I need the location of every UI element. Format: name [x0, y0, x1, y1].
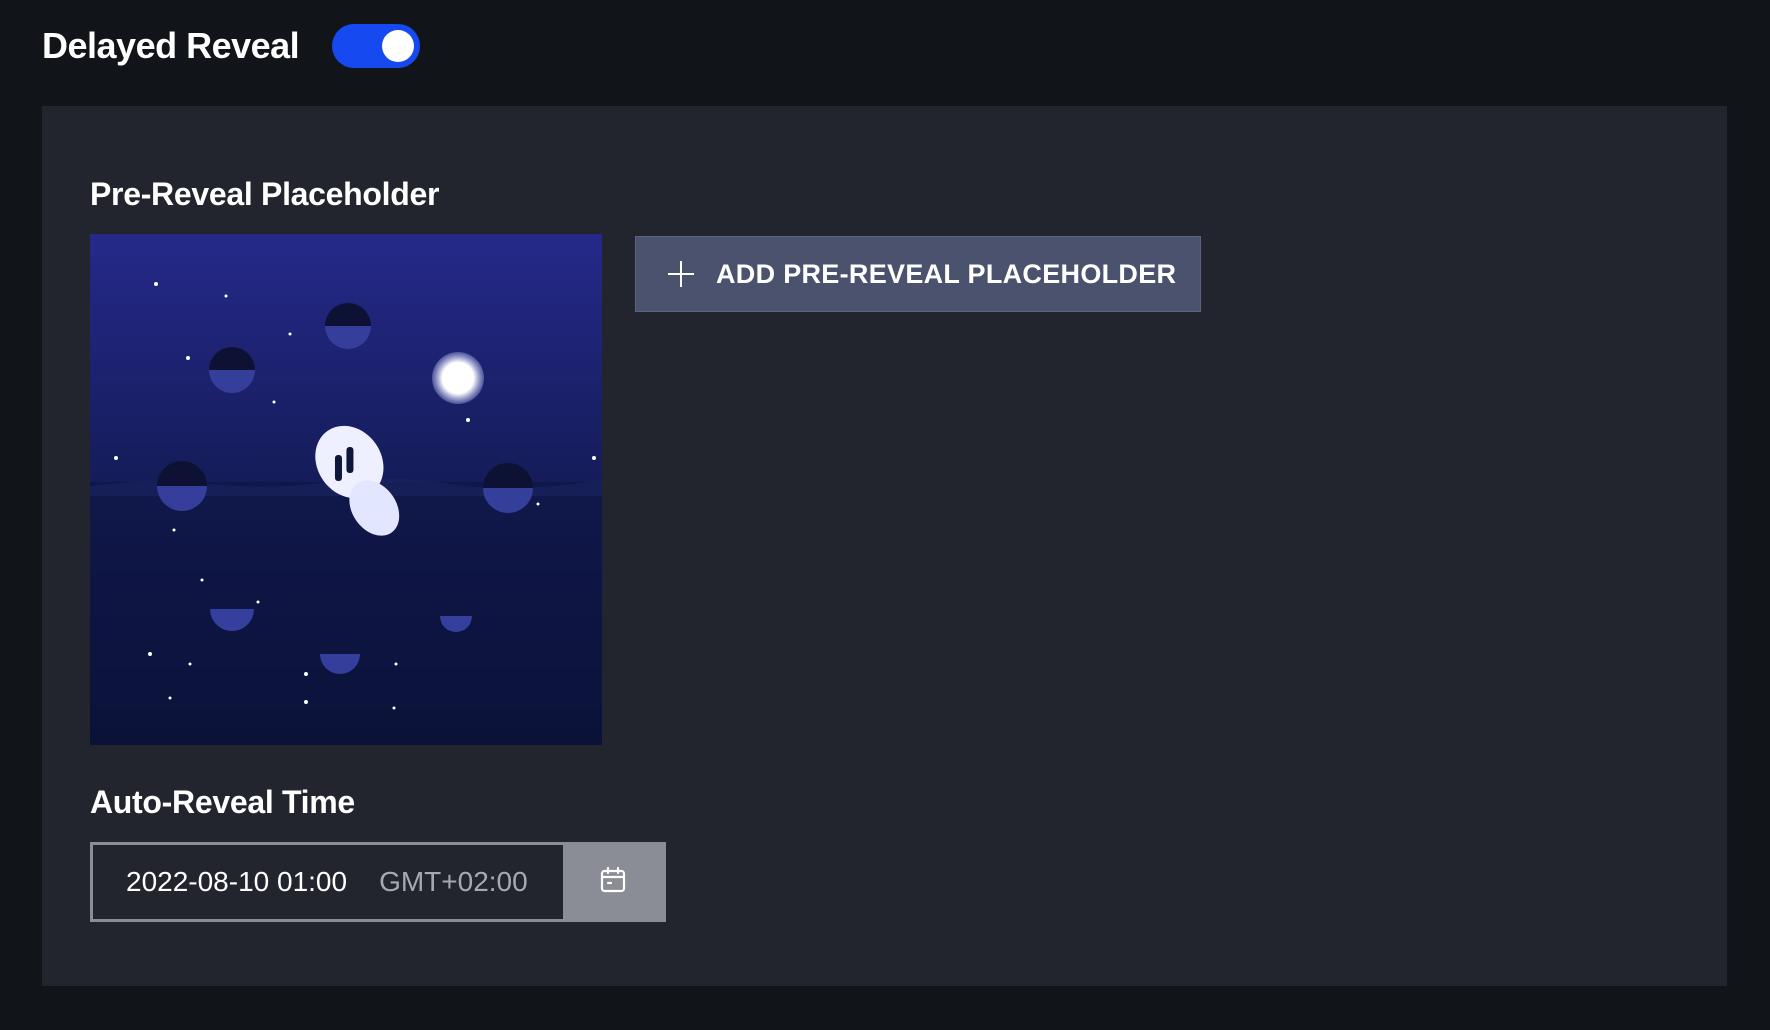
delayed-reveal-toggle[interactable] [332, 24, 421, 68]
auto-reveal-time-label: Auto-Reveal Time [90, 784, 355, 820]
add-pre-reveal-placeholder-label: ADD PRE-REVEAL PLACEHOLDER [716, 258, 1177, 289]
pre-reveal-placeholder-image [90, 234, 602, 745]
delayed-reveal-header: Delayed Reveal [42, 20, 421, 72]
open-calendar-button[interactable] [563, 845, 663, 919]
delayed-reveal-panel: Pre-Reveal Placeholder ADD PRE-REVEAL PL… [42, 106, 1727, 986]
pre-reveal-placeholder-label: Pre-Reveal Placeholder [90, 176, 440, 212]
datetime-field[interactable]: 2022-08-10 01:00 GMT+02:00 [93, 845, 563, 919]
toggle-knob [382, 30, 415, 62]
datetime-value: 2022-08-10 01:00 [126, 866, 348, 897]
delayed-reveal-title: Delayed Reveal [42, 25, 300, 66]
timezone-label: GMT+02:00 [379, 866, 528, 897]
auto-reveal-datetime-input: 2022-08-10 01:00 GMT+02:00 [90, 842, 666, 922]
plus-icon [668, 261, 694, 287]
add-pre-reveal-placeholder-button[interactable]: ADD PRE-REVEAL PLACEHOLDER [635, 236, 1201, 312]
calendar-icon [598, 865, 628, 900]
